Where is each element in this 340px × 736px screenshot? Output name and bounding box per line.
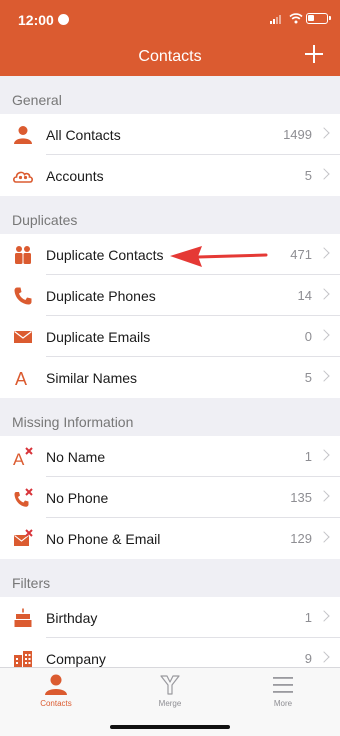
location-icon	[58, 14, 69, 25]
row-label: Duplicate Contacts	[46, 247, 164, 263]
letter-a-icon: A	[15, 369, 27, 388]
section-header: Filters	[0, 559, 340, 597]
add-icon[interactable]	[304, 44, 324, 64]
row-count: 5	[304, 370, 312, 385]
svg-text:A: A	[15, 369, 27, 388]
section-header: Missing Information	[0, 398, 340, 436]
wifi-icon	[289, 13, 303, 24]
row-label: Similar Names	[46, 370, 138, 386]
section-header: General	[0, 76, 340, 114]
chevron-right-icon	[318, 449, 330, 461]
row-label: Accounts	[46, 168, 104, 184]
tab-label: Merge	[158, 699, 182, 708]
envelope-x-icon	[14, 529, 33, 546]
cake-icon	[14, 608, 32, 627]
signal-icon	[270, 14, 284, 24]
chevron-right-icon	[318, 651, 330, 663]
list-item-birthday[interactable]: Birthday 1	[0, 597, 340, 638]
row-count: 14	[297, 288, 312, 303]
tab-label: Contacts	[40, 699, 72, 708]
contacts-list[interactable]: General All Contacts 1499 Accounts 5 Duplicat…	[0, 76, 340, 667]
list-item-duplicate-emails[interactable]: Duplicate Emails 0	[0, 316, 340, 357]
merge-icon	[160, 675, 180, 695]
list-item-no-name[interactable]: A No Name 1	[0, 436, 340, 477]
chevron-right-icon	[318, 610, 330, 622]
phone-x-icon	[14, 488, 33, 507]
row-label: No Name	[46, 449, 106, 465]
row-count: 471	[290, 247, 312, 262]
list-item-no-phone-email[interactable]: No Phone & Email 129	[0, 518, 340, 559]
people-icon	[15, 246, 31, 264]
row-label: Company	[46, 651, 106, 667]
svg-text:A: A	[13, 450, 25, 467]
chevron-right-icon	[318, 329, 330, 341]
phone-icon	[14, 287, 32, 305]
tab-merge[interactable]: Merge	[140, 674, 200, 716]
row-label: No Phone & Email	[46, 531, 161, 547]
row-count: 1499	[283, 127, 312, 142]
row-label: Birthday	[46, 610, 98, 626]
row-label: All Contacts	[46, 127, 121, 143]
battery-icon	[306, 13, 331, 24]
tab-more[interactable]: More	[253, 674, 313, 716]
chevron-right-icon	[318, 168, 330, 180]
page-title: Contacts	[138, 48, 202, 65]
letter-a-x-icon: A	[13, 447, 33, 467]
home-indicator	[110, 725, 230, 729]
list-item-no-phone[interactable]: No Phone 135	[0, 477, 340, 518]
tab-bar: Contacts Merge More	[0, 667, 340, 736]
row-label: Duplicate Emails	[46, 329, 151, 345]
chevron-right-icon	[318, 127, 330, 139]
person-icon	[45, 674, 67, 695]
list-item-all-contacts[interactable]: All Contacts 1499	[0, 114, 340, 155]
chevron-right-icon	[318, 531, 330, 543]
row-count: 135	[290, 490, 312, 505]
building-icon	[14, 651, 32, 667]
status-time: 12:00	[18, 12, 54, 28]
chevron-right-icon	[318, 288, 330, 300]
chevron-right-icon	[318, 490, 330, 502]
section-header: Duplicates	[0, 196, 340, 234]
list-item-duplicate-phones[interactable]: Duplicate Phones 14	[0, 275, 340, 316]
envelope-icon	[14, 331, 32, 343]
row-count: 129	[290, 531, 312, 546]
row-label: No Phone	[46, 490, 109, 506]
tab-contacts[interactable]: Contacts	[26, 674, 86, 716]
status-bar: 12:00	[0, 0, 340, 36]
menu-icon	[273, 677, 293, 693]
list-item-duplicate-contacts[interactable]: Duplicate Contacts 471	[0, 234, 340, 275]
chevron-right-icon	[318, 247, 330, 259]
chevron-right-icon	[318, 370, 330, 382]
tab-label: More	[273, 699, 293, 708]
row-count: 1	[304, 610, 312, 625]
cloud-people-icon	[13, 171, 33, 183]
person-icon	[14, 126, 32, 144]
row-count: 9	[304, 651, 312, 666]
list-item-accounts[interactable]: Accounts 5	[0, 155, 340, 196]
row-count: 0	[304, 329, 312, 344]
row-count: 1	[304, 449, 312, 464]
list-item-similar-names[interactable]: A Similar Names 5	[0, 357, 340, 398]
row-label: Duplicate Phones	[46, 288, 156, 304]
nav-bar: 12:00 Contacts	[0, 0, 340, 76]
list-item-company[interactable]: Company 9	[0, 638, 340, 667]
row-count: 5	[304, 168, 312, 183]
